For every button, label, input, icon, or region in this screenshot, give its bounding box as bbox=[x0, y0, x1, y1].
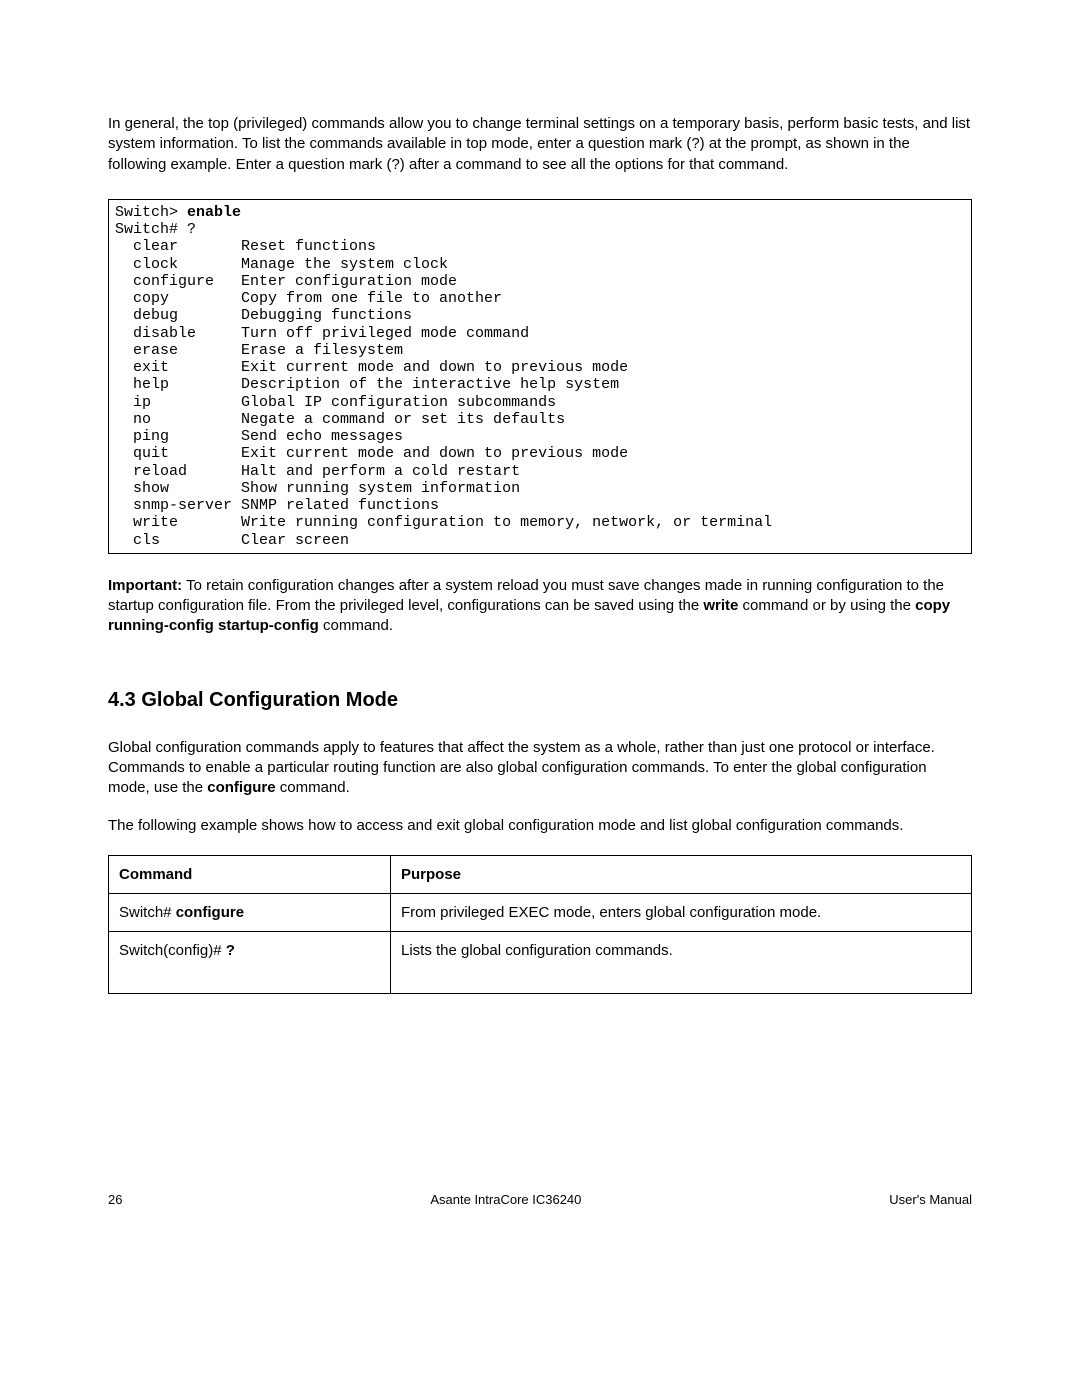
cmd-prefix: Switch(config)# bbox=[119, 942, 226, 959]
important-note: Important: To retain configuration chang… bbox=[108, 576, 972, 637]
command-table: Command Purpose Switch# configure From p… bbox=[108, 855, 972, 994]
footer-center-text: Asante IntraCore IC36240 bbox=[430, 1192, 581, 1207]
table-header-command: Command bbox=[109, 855, 391, 893]
table-row: Switch(config)# ? Lists the global confi… bbox=[109, 931, 972, 993]
intro-paragraph: In general, the top (privileged) command… bbox=[108, 114, 972, 175]
table-row: Switch# configure From privileged EXEC m… bbox=[109, 893, 972, 931]
cmd-prefix: Switch# bbox=[119, 904, 176, 921]
table-cell-purpose: Lists the global configuration commands. bbox=[391, 931, 972, 993]
table-header-row: Command Purpose bbox=[109, 855, 972, 893]
section-heading: 4.3 Global Configuration Mode bbox=[108, 689, 972, 712]
section-para-2: The following example shows how to acces… bbox=[108, 816, 972, 836]
important-label: Important: bbox=[108, 577, 182, 594]
footer-right-text: User's Manual bbox=[889, 1192, 972, 1207]
table-header-purpose: Purpose bbox=[391, 855, 972, 893]
table-cell-command: Switch# configure bbox=[109, 893, 391, 931]
section-para-1-bold: configure bbox=[207, 779, 275, 796]
prompt-1: Switch> bbox=[115, 204, 187, 221]
prompt-1-cmd: enable bbox=[187, 204, 241, 221]
cmd-bold: configure bbox=[176, 904, 244, 921]
terminal-output-box: Switch> enable Switch# ? clear Reset fun… bbox=[108, 199, 972, 554]
prompt-2: Switch# ? bbox=[115, 221, 196, 238]
important-text-2: command or by using the bbox=[738, 597, 915, 614]
cmd-bold: ? bbox=[226, 942, 235, 959]
important-bold-1: write bbox=[703, 597, 738, 614]
section-para-1b: command. bbox=[276, 779, 350, 796]
page-footer: 26 Asante IntraCore IC36240 User's Manua… bbox=[108, 1192, 972, 1207]
section-para-1: Global configuration commands apply to f… bbox=[108, 738, 972, 799]
table-cell-purpose: From privileged EXEC mode, enters global… bbox=[391, 893, 972, 931]
important-text-3: command. bbox=[319, 617, 393, 634]
table-cell-command: Switch(config)# ? bbox=[109, 931, 391, 993]
footer-page-number: 26 bbox=[108, 1192, 122, 1207]
